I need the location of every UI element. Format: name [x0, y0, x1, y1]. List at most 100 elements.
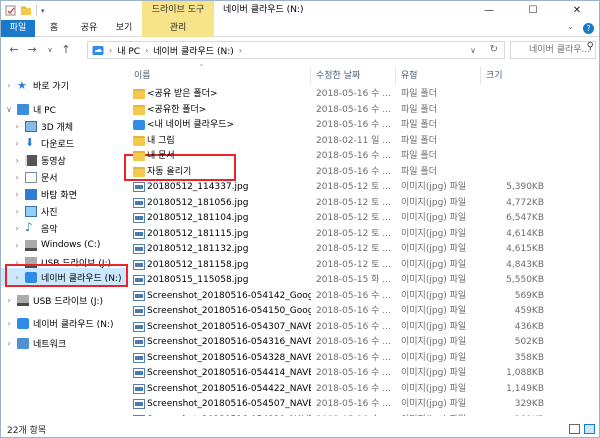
file-row[interactable]: 20180512_181132.jpg 2018-05-12 토 ... 이미지(j… — [129, 241, 599, 257]
file-row[interactable]: 20180512_181115.jpg 2018-05-12 토 ... 이미지(j… — [129, 226, 599, 242]
maximize-button[interactable]: ☐ — [511, 1, 555, 20]
file-row[interactable]: 20180512_181056.jpg 2018-05-12 토 ... 이미지(j… — [129, 195, 599, 211]
qat-dropdown-icon[interactable]: ▾ — [41, 7, 45, 15]
file-type: 이미지(jpg) 파일 — [401, 352, 467, 363]
address-dropdown-icon[interactable]: ∨ — [470, 44, 476, 58]
file-row[interactable]: Screenshot_20180516-054142_Google ... 201… — [129, 288, 599, 304]
nav-item-windows-c[interactable]: › Windows (C:) — [1, 237, 128, 253]
recent-locations-icon[interactable]: ∨ — [43, 43, 57, 57]
tab-manage[interactable]: 관리 — [142, 20, 214, 37]
large-icons-view-icon[interactable] — [584, 424, 595, 434]
nav-item-3d-objects[interactable]: › 3D 개체 — [1, 118, 128, 134]
file-row[interactable]: 내 그림 2018-02-11 일 ... 파일 폴더 — [129, 133, 599, 149]
tab-file[interactable]: 파일 — [1, 20, 35, 37]
details-view-icon[interactable] — [569, 424, 580, 434]
file-name: 20180512_181115.jpg — [147, 228, 249, 239]
file-type: 이미지(jpg) 파일 — [401, 383, 467, 394]
file-row[interactable]: <내 네이버 클라우드> 2018-05-16 수 ... 파일 폴더 — [129, 117, 599, 133]
new-folder-icon[interactable] — [20, 5, 32, 16]
nav-item-label: Windows (C:) — [41, 240, 101, 250]
expand-chevron-icon[interactable]: › — [5, 319, 13, 328]
expand-chevron-icon[interactable]: › — [13, 173, 21, 182]
file-row[interactable]: Screenshot_20180516-054910_NAVER ... 2018… — [129, 412, 599, 416]
nav-item-desktop[interactable]: › 바탕 화면 — [1, 186, 128, 202]
file-row[interactable]: 20180512_181158.jpg 2018-05-12 토 ... 이미지(j… — [129, 257, 599, 273]
expand-chevron-icon[interactable]: › — [13, 190, 21, 199]
file-date: 2018-05-16 수 ... — [316, 120, 391, 130]
image-file-icon — [133, 182, 145, 192]
nav-item-pictures[interactable]: › 사진 — [1, 203, 128, 219]
nav-item-quick-access[interactable]: › ★ 바로 가기 — [1, 77, 128, 93]
tab-home[interactable]: 홈 — [41, 20, 67, 37]
file-size: 459KB — [514, 306, 544, 316]
image-file-icon — [133, 383, 145, 394]
tab-view[interactable]: 보기 — [109, 20, 139, 37]
nav-item-downloads[interactable]: › ⬇ 다운로드 — [1, 135, 128, 151]
shared-folder-icon — [133, 104, 145, 115]
file-date: 2018-05-16 수 ... — [316, 151, 391, 161]
expand-chevron-icon[interactable]: › — [13, 224, 21, 233]
minimize-button[interactable]: — — [467, 1, 511, 20]
nav-item-usb-drive-j-root[interactable]: › USB 드라이브 (J:) — [1, 292, 128, 308]
file-row[interactable]: 20180515_115058.jpg 2018-05-15 화 ... 이미지(j… — [129, 272, 599, 288]
file-row[interactable]: Screenshot_20180516-054307_NAVER ... 2018… — [129, 319, 599, 335]
file-row[interactable]: <공유 받은 폴더> 2018-05-16 수 ... 파일 폴더 — [129, 86, 599, 102]
file-row[interactable]: Screenshot_20180516-054414_NAVER ... 2018… — [129, 365, 599, 381]
file-row[interactable]: Screenshot_20180516-054150_Google ... 201… — [129, 303, 599, 319]
file-row[interactable]: Screenshot_20180516-054422_NAVER ... 2018… — [129, 381, 599, 397]
nav-item-music[interactable]: › ♪ 음악 — [1, 220, 128, 236]
file-row[interactable]: <공유한 폴더> 2018-05-16 수 ... 파일 폴더 — [129, 102, 599, 118]
nav-item-naver-cloud-root[interactable]: › 네이버 클라우드 (N:) — [1, 315, 128, 331]
file-size — [486, 117, 544, 133]
column-name[interactable]: 이름 — [129, 67, 311, 85]
expand-chevron-icon[interactable]: › — [13, 207, 21, 216]
file-row[interactable]: 자동 올리기 2018-05-16 수 ... 파일 폴더 — [129, 164, 599, 180]
file-name: Screenshot_20180516-054150_Google ... — [147, 306, 311, 316]
image-file-icon — [133, 321, 145, 332]
collapse-chevron-icon[interactable]: ∨ — [5, 105, 13, 114]
file-date: 2018-05-16 수 ... — [316, 337, 391, 347]
breadcrumb-naver-cloud[interactable]: 네이버 클라우드 (N:) — [153, 44, 233, 57]
column-size[interactable]: 크기 — [481, 67, 547, 85]
expand-chevron-icon[interactable]: › — [5, 339, 13, 348]
address-bar[interactable]: › 내 PC › 네이버 클라우드 (N:) › ∨ ↻ — [87, 41, 505, 59]
expand-chevron-icon[interactable]: › — [13, 122, 21, 131]
nav-item-network[interactable]: › 네트워크 — [1, 335, 128, 351]
breadcrumb-separator-icon: › — [109, 45, 113, 55]
file-row[interactable]: Screenshot_20180516-054328_NAVER ... 2018… — [129, 350, 599, 366]
breadcrumb-my-pc[interactable]: 내 PC — [117, 44, 140, 57]
file-row[interactable]: 내 문서 2018-05-16 수 ... 파일 폴더 — [129, 148, 599, 164]
nav-item-my-pc[interactable]: ∨ 내 PC — [1, 101, 128, 117]
expand-chevron-icon[interactable]: › — [5, 296, 13, 305]
expand-chevron-icon[interactable]: › — [13, 156, 21, 165]
expand-chevron-icon[interactable]: › — [13, 241, 21, 250]
file-type: 이미지(jpg) 파일 — [401, 228, 467, 239]
expand-chevron-icon[interactable]: › — [5, 81, 13, 90]
search-icon[interactable]: ⚲ — [587, 41, 594, 52]
image-file-icon — [133, 368, 145, 378]
forward-arrow-icon[interactable]: → — [25, 43, 39, 57]
window-title: 네이버 클라우드 (N:) — [223, 5, 304, 15]
file-row[interactable]: 20180512_114337.jpg 2018-05-12 토 ... 이미지(j… — [129, 179, 599, 195]
help-icon[interactable]: ? — [583, 23, 594, 34]
folder-icon — [133, 166, 145, 177]
file-row[interactable]: Screenshot_20180516-054316_NAVER ... 2018… — [129, 334, 599, 350]
nav-item-documents[interactable]: › 문서 — [1, 169, 128, 185]
ribbon-expand-icon[interactable]: ⌄ — [567, 22, 574, 31]
tab-share[interactable]: 공유 — [73, 20, 105, 37]
properties-icon[interactable] — [5, 5, 16, 16]
up-arrow-icon[interactable]: ↑ — [59, 43, 73, 57]
nav-item-videos[interactable]: › 동영상 — [1, 152, 128, 168]
image-file-icon — [133, 306, 145, 316]
close-button[interactable]: ✕ — [555, 1, 599, 20]
expand-chevron-icon[interactable]: › — [13, 139, 21, 148]
column-date[interactable]: 수정한 날짜 — [311, 67, 396, 85]
search-input[interactable]: 네이버 클라우... — [510, 41, 596, 59]
back-arrow-icon[interactable]: ← — [7, 43, 21, 57]
file-date: 2018-05-16 수 ... — [316, 383, 391, 394]
column-type[interactable]: 유형 — [396, 67, 481, 85]
file-row[interactable]: 20180512_181104.jpg 2018-05-12 토 ... 이미지(j… — [129, 210, 599, 226]
file-row[interactable]: Screenshot_20180516-054507_NAVER ... 2018… — [129, 396, 599, 412]
file-type: 이미지(jpg) 파일 — [401, 399, 467, 409]
refresh-icon[interactable]: ↻ — [490, 43, 498, 57]
